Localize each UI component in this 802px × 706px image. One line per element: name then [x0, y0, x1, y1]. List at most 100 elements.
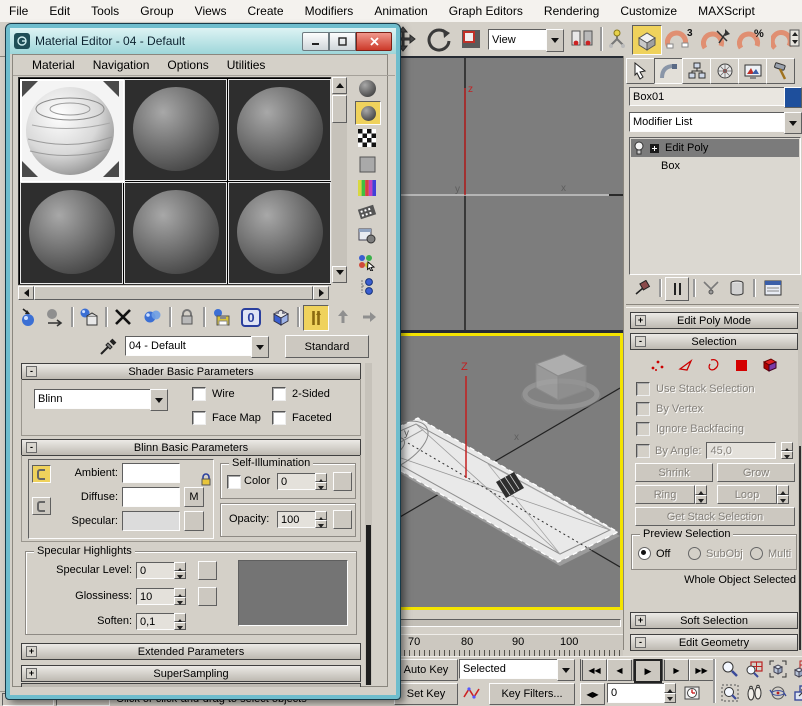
sample-uv-tiling-icon[interactable] [355, 153, 379, 175]
viewport-perspective-active[interactable]: Z x y [385, 333, 623, 610]
sample-slot-4[interactable] [20, 182, 123, 284]
manipulate-icon[interactable] [604, 26, 630, 52]
preview-subobj-radio[interactable]: SubObj [688, 547, 743, 560]
me-menu-options[interactable]: Options [158, 55, 217, 75]
menu-graph-editors[interactable]: Graph Editors [440, 0, 532, 22]
by-angle-spinner[interactable] [781, 442, 793, 459]
goto-end-button[interactable]: ▶▶ [689, 659, 716, 681]
show-map-in-viewport-icon[interactable] [269, 305, 293, 329]
modifier-list-arrow[interactable] [784, 112, 802, 134]
play-button[interactable]: ▶ [634, 659, 662, 683]
diffuse-lock-button[interactable] [32, 497, 51, 515]
assign-material-to-selection-icon[interactable] [77, 305, 101, 329]
slots-scroll-up[interactable] [332, 77, 347, 94]
specular-level-map-button[interactable] [198, 561, 217, 580]
mirror-icon[interactable] [568, 26, 596, 52]
menu-rendering[interactable]: Rendering [535, 0, 608, 22]
next-frame-button[interactable]: ▶ [662, 659, 689, 681]
reference-coordinate-arrow[interactable] [546, 29, 564, 52]
get-material-icon[interactable] [17, 305, 41, 329]
sample-slot-5[interactable] [124, 182, 227, 284]
specular-map-button[interactable] [184, 511, 204, 531]
make-preview-icon[interactable] [355, 201, 379, 223]
menu-views[interactable]: Views [186, 0, 236, 22]
make-unique-stack-icon[interactable] [699, 277, 723, 299]
expand-subobjects-icon[interactable] [647, 144, 661, 153]
material-map-navigator-icon[interactable] [355, 275, 379, 297]
two-sided-checkbox-row[interactable]: 2-Sided [272, 387, 330, 401]
sample-slot-1-selected[interactable] [20, 79, 125, 183]
by-vertex-checkbox[interactable] [636, 402, 650, 416]
ignore-backfacing-row[interactable]: Ignore Backfacing [636, 422, 744, 436]
params-scrollbar[interactable] [365, 363, 372, 685]
menu-modifiers[interactable]: Modifiers [296, 0, 363, 22]
glossiness-spinner[interactable] [174, 588, 186, 605]
by-angle-field[interactable]: 45,0 [706, 442, 776, 459]
object-name-field[interactable]: Box01 [629, 87, 787, 106]
prev-frame-button[interactable]: ◀ [607, 659, 634, 681]
set-key-button[interactable]: Set Key [394, 683, 458, 705]
rollout-supersampling[interactable]: +SuperSampling [21, 665, 361, 682]
tab-display[interactable] [738, 58, 767, 84]
close-button[interactable] [356, 32, 392, 51]
slots-vscrollbar[interactable] [332, 77, 347, 283]
pick-material-from-object-icon[interactable] [97, 335, 121, 357]
tab-hierarchy[interactable] [682, 58, 711, 84]
use-stack-selection-row[interactable]: Use Stack Selection [636, 382, 754, 396]
material-type-button[interactable]: Standard [285, 335, 369, 358]
selected-filter-dropdown[interactable]: Selected [459, 659, 565, 679]
sample-slot-3[interactable] [228, 79, 331, 181]
by-angle-row[interactable]: By Angle: 45,0 [636, 442, 793, 459]
soften-spinner[interactable] [174, 613, 186, 630]
diffuse-map-button[interactable]: M [184, 487, 204, 507]
shrink-button[interactable]: Shrink [635, 463, 713, 482]
slots-scroll-right[interactable] [313, 286, 329, 300]
selected-filter-arrow[interactable] [557, 659, 575, 681]
snaps-toggle-icon[interactable] [632, 25, 662, 55]
opacity-spinner[interactable] [315, 511, 327, 528]
snap-3d-icon[interactable]: 3 [664, 26, 696, 52]
select-by-material-icon[interactable] [355, 251, 379, 273]
make-material-copy-icon[interactable] [141, 305, 165, 329]
wire-checkbox[interactable] [192, 387, 206, 401]
time-slider-strip[interactable] [383, 610, 625, 634]
reference-coordinate-dropdown[interactable]: View [488, 29, 554, 50]
material-editor-options-icon[interactable] [355, 225, 379, 247]
menu-group[interactable]: Group [131, 0, 182, 22]
ignore-backfacing-checkbox[interactable] [636, 422, 650, 436]
key-filters-button[interactable]: Key Filters... [489, 683, 575, 705]
material-editor-titlebar[interactable]: Material Editor - 04 - Default [10, 28, 396, 54]
region-zoom-icon[interactable] [719, 682, 741, 704]
maximize-viewport-toggle-icon[interactable] [791, 682, 802, 704]
current-frame-field[interactable]: 0 [607, 683, 671, 703]
zoom-all-icon[interactable] [743, 658, 765, 680]
by-angle-checkbox[interactable] [636, 444, 650, 458]
remove-modifier-icon[interactable] [725, 277, 749, 299]
tab-utilities[interactable] [766, 58, 795, 84]
modifier-onoff-bulb-icon[interactable] [631, 141, 647, 155]
menu-maxscript[interactable]: MAXScript [689, 0, 764, 22]
key-mode-toggle-button[interactable]: ◀▶ [580, 683, 605, 705]
grow-button[interactable]: Grow [717, 463, 795, 482]
wire-checkbox-row[interactable]: Wire [192, 387, 235, 401]
slots-scroll-down[interactable] [332, 266, 347, 283]
modifier-list-dropdown[interactable]: Modifier List [629, 112, 792, 132]
diffuse-color-swatch[interactable] [122, 487, 180, 507]
slots-scroll-left[interactable] [18, 286, 34, 300]
self-illum-spinner[interactable] [315, 473, 327, 490]
stack-row-edit-poly[interactable]: Edit Poly [631, 139, 799, 157]
menu-customize[interactable]: Customize [611, 0, 686, 22]
self-illum-map-button[interactable] [333, 472, 352, 491]
menu-create[interactable]: Create [239, 0, 293, 22]
angle-snap-icon[interactable] [700, 26, 732, 52]
zoom-extents-all-icon[interactable] [791, 658, 802, 680]
shader-type-arrow[interactable] [150, 389, 168, 411]
background-icon[interactable] [355, 127, 379, 149]
ambient-diffuse-lock-icon[interactable] [198, 469, 214, 489]
slots-scroll-thumb[interactable] [332, 95, 347, 123]
faceted-checkbox[interactable] [272, 411, 286, 425]
sample-slot-6[interactable] [228, 182, 331, 284]
pin-stack-icon[interactable] [631, 277, 655, 299]
me-menu-utilities[interactable]: Utilities [218, 55, 275, 75]
keyable-icon[interactable] [461, 683, 485, 703]
